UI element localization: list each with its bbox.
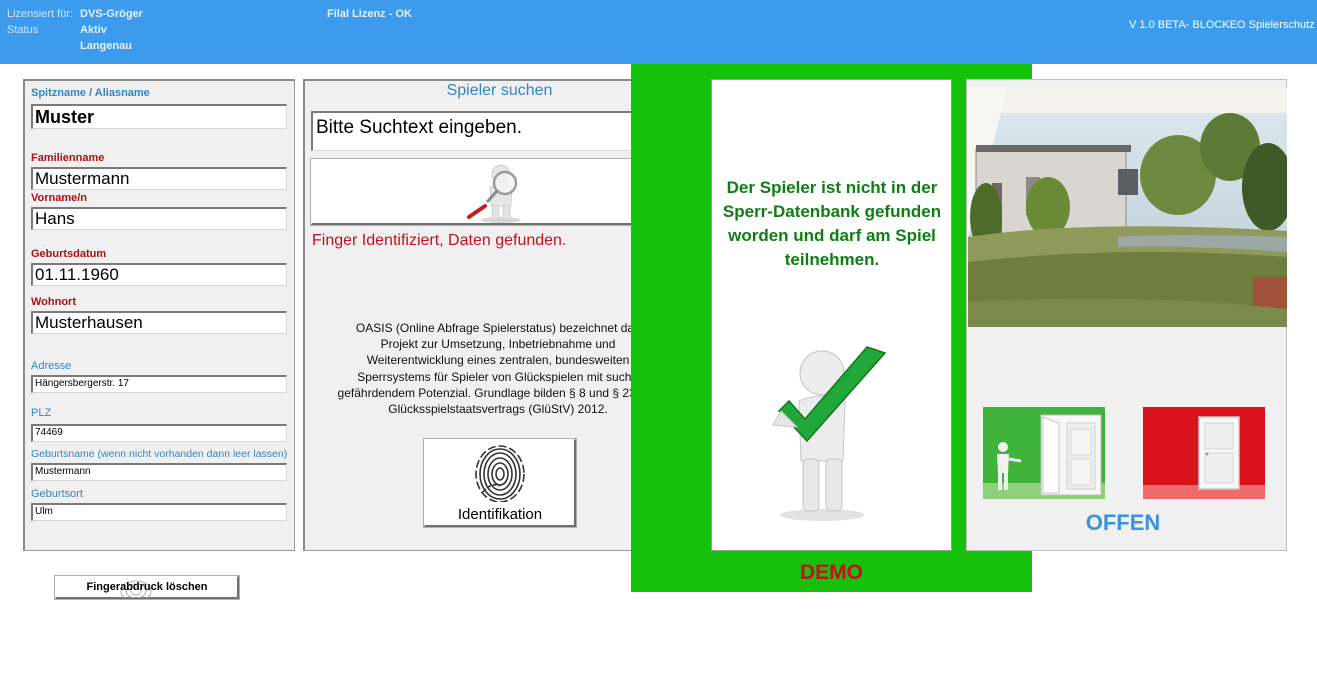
- alias-field[interactable]: Muster: [31, 104, 287, 129]
- result-message: Der Spieler ist nicht in der Sperr-Daten…: [722, 178, 942, 269]
- identify-button-label: Identifikation: [457, 506, 543, 523]
- oasis-info-text: OASIS (Online Abfrage Spielerstatus) bez…: [337, 321, 659, 417]
- address-field[interactable]: Hängersbergerstr. 17: [31, 375, 287, 393]
- firstname-label: Vorname/n: [31, 192, 88, 204]
- approved-checkmark-icon: [772, 346, 887, 521]
- door-closed-image[interactable]: [1143, 407, 1265, 499]
- camera-feed: [968, 87, 1287, 327]
- birthdate-label: Geburtsdatum: [31, 248, 107, 260]
- alias-label: Spitzname / Aliasname: [31, 87, 150, 99]
- birthname-field[interactable]: Mustermann: [31, 463, 287, 481]
- status-value: Aktiv: [80, 24, 107, 36]
- location-value: Langenau: [80, 40, 132, 52]
- zip-label: PLZ: [31, 407, 52, 419]
- firstname-field[interactable]: Hans: [31, 207, 287, 230]
- fingerprint-icon: [475, 445, 525, 502]
- magnifier-person-icon: [467, 164, 521, 223]
- open-door-icon: [983, 407, 1105, 499]
- identification-status: Finger Identifiziert, Daten gefunden.: [312, 232, 567, 249]
- birthplace-field[interactable]: Ulm: [31, 503, 287, 521]
- search-button[interactable]: [310, 158, 685, 226]
- filial-license-status: Filal Lizenz - OK: [327, 8, 412, 20]
- demo-label: DEMO: [800, 561, 863, 584]
- birthname-label: Geburtsname (wenn nicht vorhanden dann l…: [31, 448, 288, 460]
- door-open-image[interactable]: [983, 407, 1105, 499]
- status-label: Status: [7, 24, 39, 36]
- lastname-field[interactable]: Mustermann: [31, 167, 287, 190]
- identify-button[interactable]: Identifikation: [423, 438, 577, 528]
- closed-door-icon: [1143, 407, 1265, 499]
- delete-fingerprint-label: Fingerabdruck löschen: [86, 581, 208, 593]
- license-value: DVS-Gröger: [80, 8, 143, 20]
- version-label: V 1.0 BETA- BLOCKEO Spielerschutz K: [1129, 19, 1317, 31]
- birthdate-field[interactable]: 01.11.1960: [31, 263, 287, 286]
- birthplace-label: Geburtsort: [31, 488, 83, 500]
- license-header: Lizensiert für: DVS-Gröger Status Aktiv …: [0, 0, 1317, 64]
- lastname-label: Familienname: [31, 152, 105, 164]
- delete-fingerprint-button[interactable]: Fingerabdruck löschen: [54, 575, 240, 600]
- door-status: OFFEN: [1085, 510, 1161, 535]
- residence-label: Wohnort: [31, 296, 77, 308]
- residence-field[interactable]: Musterhausen: [31, 311, 287, 334]
- license-label: Lizensiert für:: [7, 8, 74, 20]
- zip-field[interactable]: 74469: [31, 424, 287, 442]
- address-label: Adresse: [31, 360, 72, 372]
